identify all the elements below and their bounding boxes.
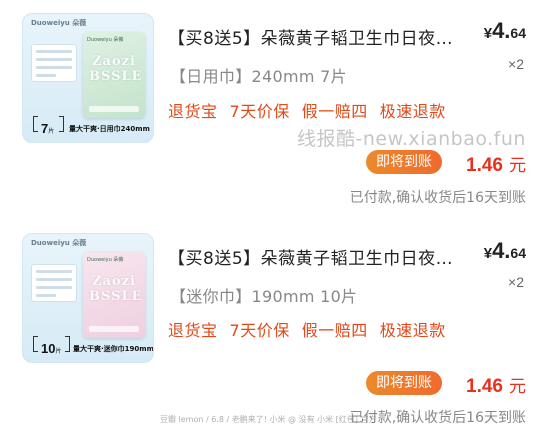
pack-brand: Duoweiyu 朵薇 [87,37,124,43]
thumb-caption: 量大干爽·日用巾240mm [69,125,150,133]
product-package-image: Duoweiyu 朵薇 Zaozi BSSLE [83,252,145,338]
service-tag: 7天价保 [229,102,290,121]
pack-brand: Duoweiyu 朵薇 [87,257,124,263]
site-watermark: 线报酷-new.xianbao.fun [297,128,526,150]
service-tags: 退货宝 7天价保 假一赔四 极速退款 [168,317,458,341]
service-tag: 假一赔四 [301,321,368,340]
currency-symbol: ¥ [483,25,493,42]
thumb-caption: 量大干爽·迷你巾190mm [73,345,154,353]
service-tag: 退货宝 [168,102,218,121]
product-thumbnail[interactable]: Duoweiyu 朵薇 Duoweiyu 朵薇 Zaozi BSSLE 10片 … [22,233,154,363]
quantity: ×2 [508,56,524,72]
pack-artwork: Zaozi BSSLE [89,274,143,304]
product-variant: 【迷你巾】190mm 10片 [170,287,358,306]
unit-price: ¥4.64 [483,18,526,43]
spec-card [31,264,77,302]
unit-price: ¥4.64 [483,238,526,263]
service-tag: 极速退款 [379,321,446,340]
currency-symbol: ¥ [483,245,493,262]
pad-count: 10片 [41,341,62,356]
product-thumbnail[interactable]: Duoweiyu 朵薇 Duoweiyu 朵薇 Zaozi BSSLE 7片 量… [22,13,154,143]
arriving-soon-button[interactable]: 即将到账 [366,371,442,395]
product-package-image: Duoweiyu 朵薇 Zaozi BSSLE [83,32,145,118]
service-tag: 极速退款 [379,102,446,121]
arriving-soon-button[interactable]: 即将到账 [366,150,442,174]
pad-count: 7片 [41,121,55,136]
service-tag: 7天价保 [229,321,290,340]
rebate-amount: 1.46 元 [466,376,526,397]
pack-artwork: Zaozi BSSLE [89,54,143,84]
product-title[interactable]: 【买8送5】朵薇黄子韬卫生巾日夜… [168,244,453,269]
service-tag: 假一赔四 [301,102,368,121]
service-tags: 退货宝 7天价保 假一赔四 极速退款 [168,98,458,122]
service-tag: 退货宝 [168,321,218,340]
thumb-brand: Duoweiyu 朵薇 [31,239,87,247]
product-variant: 【日用巾】240mm 7片 [170,67,347,86]
rebate-amount: 1.46 元 [466,155,526,176]
thumb-brand: Duoweiyu 朵薇 [31,19,87,27]
spec-card [31,44,77,82]
quantity: ×2 [508,274,524,290]
payment-status-note: 已付款,确认收货后16天到账 [349,190,526,206]
product-title[interactable]: 【买8送5】朵薇黄子韬卫生巾日夜… [168,24,453,49]
footer-watermark: 豆瓣 lemon / 6.8 / 老鹏来了! 小米 @ 没有 小米 [红包] 官… [160,415,377,424]
